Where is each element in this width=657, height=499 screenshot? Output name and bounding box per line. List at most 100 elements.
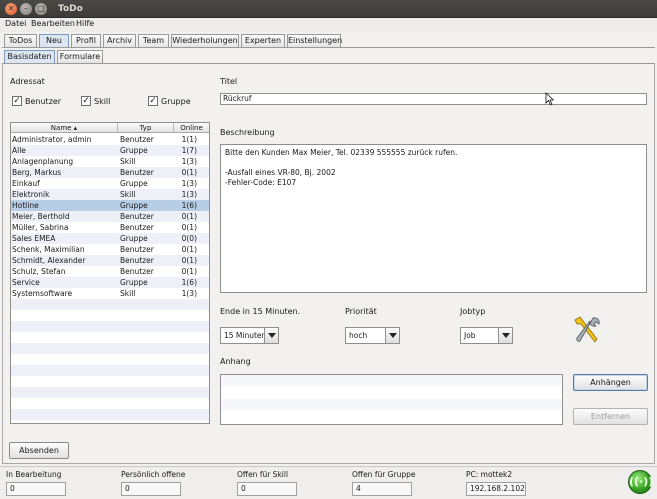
cell-online: 0(1) (181, 267, 197, 276)
table-row[interactable]: Meier, Berthold Benutzer 0(1) (11, 211, 209, 222)
gruppe-checkbox[interactable]: ✓ (148, 96, 158, 106)
cell-online: 0(1) (181, 212, 197, 221)
cell-online: 1(3) (181, 179, 197, 188)
cell-typ: Skill (120, 157, 136, 166)
tab-divider (2, 47, 655, 48)
tab-neu[interactable]: Neu (39, 34, 69, 47)
ende-select[interactable]: 15 Minuten (220, 327, 279, 344)
table-row[interactable]: Service Gruppe 1(6) (11, 277, 209, 288)
window-titlebar: ✕ – □ ToDo (0, 0, 657, 18)
skill-checkbox-label: Skill (94, 97, 111, 106)
tab-experten[interactable]: Experten (241, 34, 285, 47)
chevron-down-icon[interactable] (498, 328, 512, 343)
titel-label: Titel (220, 77, 238, 86)
jobtyp-select-value: Job (464, 331, 476, 340)
cell-name: Administrator, admin (12, 135, 92, 144)
list-item (221, 399, 562, 411)
beschreibung-line: -Fehler-Code: E107 (225, 178, 297, 187)
table-row[interactable]: Schulz, Stefan Benutzer 0(1) (11, 266, 209, 277)
tab-team[interactable]: Team (138, 34, 169, 47)
ende-select-value: 15 Minuten (224, 331, 267, 340)
window-maximize-button[interactable]: □ (35, 3, 47, 15)
tab-todos[interactable]: ToDos (4, 34, 37, 47)
entfernen-button[interactable]: Entfernen (573, 408, 648, 425)
cell-typ: Benutzer (120, 168, 154, 177)
column-header-online[interactable]: Online (174, 123, 209, 133)
cell-name: Einkauf (12, 179, 40, 188)
menu-bearbeiten[interactable]: Bearbeiten (31, 19, 75, 28)
list-item (221, 375, 562, 387)
prioritaet-select[interactable]: hoch (345, 327, 400, 344)
prioritaet-select-value: hoch (349, 331, 368, 340)
cell-typ: Gruppe (120, 146, 148, 155)
list-item (221, 387, 562, 399)
table-row[interactable]: Sales EMEA Gruppe 0(0) (11, 233, 209, 244)
skill-checkbox[interactable]: ✓ (81, 96, 91, 106)
benutzer-checkbox[interactable]: ✓ (12, 96, 22, 106)
beschreibung-line: Bitte den Kunden Max Meier, Tel. 02339 5… (225, 148, 458, 157)
menu-hilfe[interactable]: Hilfe (76, 19, 94, 28)
cell-typ: Gruppe (120, 278, 148, 287)
column-header-name[interactable]: Name ▴ (11, 123, 118, 133)
table-row[interactable]: Schmidt, Alexander Benutzer 0(1) (11, 255, 209, 266)
tab-profil[interactable]: Profil (71, 34, 101, 47)
table-row[interactable]: Schenk, Maximilian Benutzer 0(1) (11, 244, 209, 255)
table-row[interactable]: Elektronik Skill 1(3) (11, 189, 209, 200)
window-title: ToDo (58, 4, 83, 14)
cell-typ: Benutzer (120, 223, 154, 232)
table-row[interactable]: Systemsoftware Skill 1(3) (11, 288, 209, 299)
cell-typ: Benutzer (120, 135, 154, 144)
list-item (221, 411, 562, 423)
tab-wiederholungen[interactable]: Wiederholungen (171, 34, 239, 47)
titel-input[interactable]: Rückruf (220, 93, 647, 105)
column-header-typ[interactable]: Typ (118, 123, 174, 133)
cell-online: 1(3) (181, 157, 197, 166)
persoenlich-offene-value: 0 (121, 482, 181, 496)
pc-ip-value: 192.168.2.102 (466, 482, 526, 496)
jobtyp-select[interactable]: Job (460, 327, 513, 344)
cell-name: Müller, Sabrina (12, 223, 69, 232)
adressat-list[interactable]: Name ▴ Typ Online Administrator, admin Be… (10, 122, 210, 424)
empty-row (11, 321, 209, 332)
ende-label: Ende in 15 Minuten. (220, 307, 301, 316)
menu-datei[interactable]: Datei (5, 19, 26, 28)
cell-online: 0(1) (181, 245, 197, 254)
window-close-button[interactable]: ✕ (5, 3, 17, 15)
absenden-button[interactable]: Absenden (9, 442, 69, 459)
tab-basisdaten[interactable]: Basisdaten (4, 50, 55, 63)
in-bearbeitung-label: In Bearbeitung (6, 470, 62, 479)
beschreibung-textarea[interactable]: Bitte den Kunden Max Meier, Tel. 02339 5… (220, 144, 647, 293)
in-bearbeitung-value: 0 (6, 482, 66, 496)
empty-row (11, 299, 209, 310)
table-row[interactable]: Müller, Sabrina Benutzer 0(1) (11, 222, 209, 233)
cell-typ: Gruppe (120, 234, 148, 243)
cell-name: Meier, Berthold (12, 212, 70, 221)
tab-archiv[interactable]: Archiv (103, 34, 136, 47)
cell-typ: Gruppe (120, 201, 148, 210)
connection-status-icon[interactable]: ((·)) (628, 470, 653, 494)
pc-label: PC: mottek2 (466, 470, 513, 479)
cell-name: Hotline (12, 201, 39, 210)
cell-typ: Benutzer (120, 245, 154, 254)
empty-row (11, 420, 209, 423)
table-row[interactable]: Berg, Markus Benutzer 0(1) (11, 167, 209, 178)
beschreibung-line: -Ausfall eines VR-80, Bj. 2002 (225, 168, 336, 177)
table-row[interactable]: Einkauf Gruppe 1(3) (11, 178, 209, 189)
table-row[interactable]: Anlagenplanung Skill 1(3) (11, 156, 209, 167)
mouse-cursor-icon (545, 92, 554, 106)
table-row[interactable]: Alle Gruppe 1(7) (11, 145, 209, 156)
chevron-down-icon[interactable] (385, 328, 399, 343)
benutzer-checkbox-label: Benutzer (25, 97, 62, 106)
cell-typ: Skill (120, 190, 136, 199)
anhaengen-button[interactable]: Anhängen (573, 374, 648, 391)
window-minimize-button[interactable]: – (20, 3, 32, 15)
tab-einstellungen[interactable]: Einstellungen (287, 34, 342, 47)
anhang-list[interactable] (220, 374, 563, 425)
chevron-down-icon[interactable] (264, 328, 278, 343)
tools-icon (574, 316, 600, 343)
tab-formulare[interactable]: Formulare (57, 50, 103, 63)
cell-name: Schenk, Maximilian (12, 245, 85, 254)
menu-bar: Datei Bearbeiten Hilfe (0, 18, 657, 32)
table-row[interactable]: Hotline Gruppe 1(6) (11, 200, 209, 211)
table-row[interactable]: Administrator, admin Benutzer 1(1) (11, 134, 209, 145)
